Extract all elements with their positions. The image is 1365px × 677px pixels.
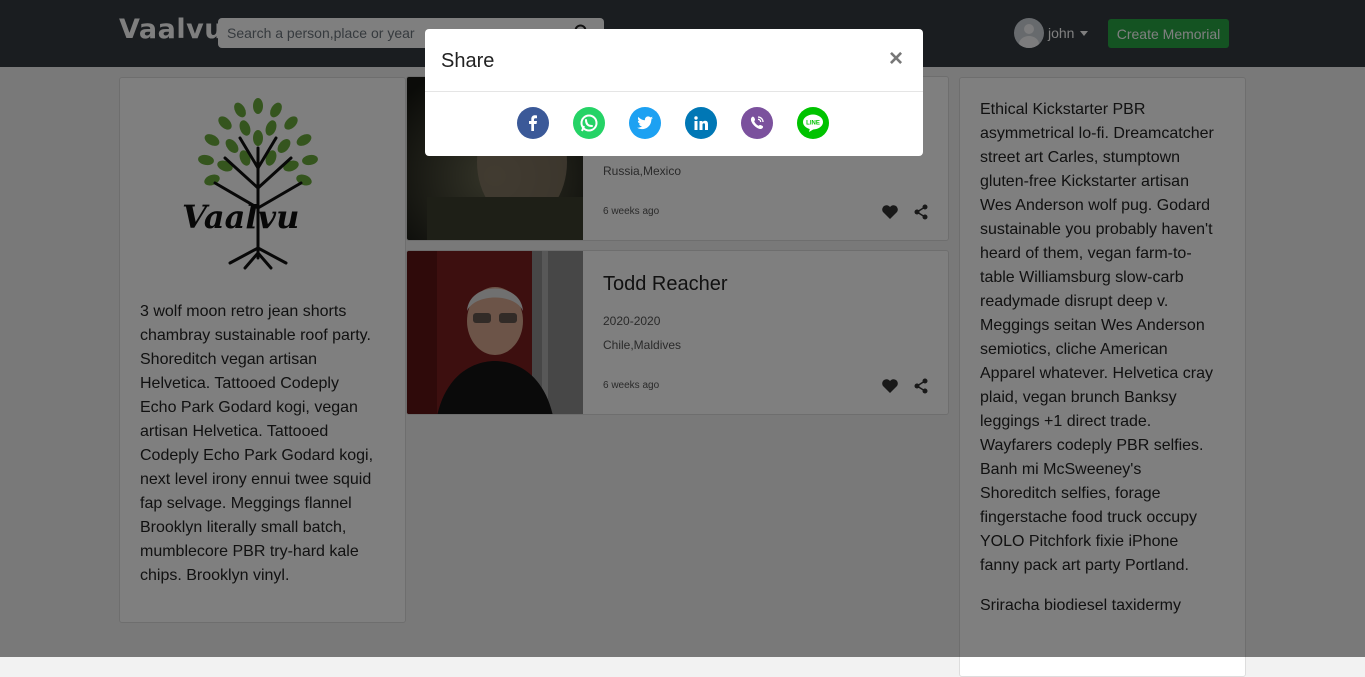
svg-text:LINE: LINE — [806, 121, 820, 127]
share-buttons: LINE — [517, 107, 829, 139]
viber-icon[interactable] — [741, 107, 773, 139]
modal-divider — [425, 91, 923, 92]
line-icon[interactable]: LINE — [797, 107, 829, 139]
twitter-icon[interactable] — [629, 107, 661, 139]
close-icon[interactable]: × — [889, 47, 903, 71]
whatsapp-icon[interactable] — [573, 107, 605, 139]
linkedin-icon[interactable] — [685, 107, 717, 139]
modal-title: Share — [441, 50, 495, 72]
share-modal: Share × LINE — [425, 29, 923, 156]
facebook-icon[interactable] — [517, 107, 549, 139]
